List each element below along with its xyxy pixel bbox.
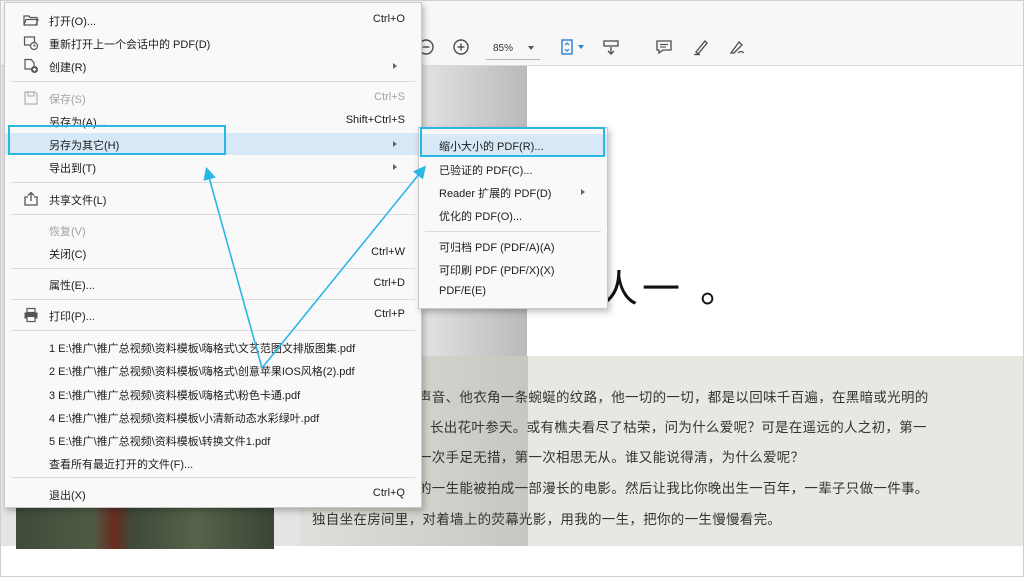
menu-separator bbox=[11, 182, 415, 183]
submenu-arrow-icon bbox=[393, 164, 397, 170]
printer-icon bbox=[23, 307, 39, 323]
menu-separator bbox=[425, 231, 601, 232]
recent-file-item[interactable]: 3 E:\推广\推广总视频\资料模板\嗨格式\粉色卡通.pdf bbox=[5, 383, 421, 405]
page-fit-dropdown[interactable] bbox=[574, 34, 588, 60]
menu-item-label: 导出到(T) bbox=[49, 163, 97, 175]
menu-item-label: 4 E:\推广\推广总视频\资料模板\小清新动态水彩绿叶.pdf bbox=[49, 413, 320, 425]
comment-button[interactable] bbox=[651, 34, 677, 60]
sign-icon bbox=[729, 41, 745, 54]
menu-item-shortcut: Ctrl+D bbox=[373, 277, 405, 289]
menu-item-label: 5 E:\推广\推广总视频\资料模板\转换文件1.pdf bbox=[49, 436, 271, 448]
menu-item-label: 关闭(C) bbox=[49, 249, 87, 261]
menu-item-view-all-recent[interactable]: 查看所有最近打开的文件(F)... bbox=[5, 452, 421, 474]
menu-separator bbox=[11, 330, 415, 331]
menu-item-shortcut: Shift+Ctrl+S bbox=[345, 114, 405, 126]
menu-item-save: 保存(S) Ctrl+S bbox=[5, 87, 421, 109]
menu-item-label: 打印(P)... bbox=[49, 311, 95, 323]
page-heading-fragment: 人一 。 bbox=[600, 267, 743, 311]
create-pdf-icon bbox=[23, 58, 39, 74]
recent-file-item[interactable]: 1 E:\推广\推广总视频\资料模板\嗨格式\文艺范图文排版图集.pdf bbox=[5, 336, 421, 358]
highlight-button[interactable] bbox=[688, 34, 714, 60]
paragraph-line: 长出花叶参天。或有樵夫看尽了枯荣，问为什么爱呢？可是在遥远的人之初，第一 bbox=[430, 420, 927, 436]
menu-item-properties[interactable]: 属性(E)... Ctrl+D bbox=[5, 273, 421, 295]
menu-item-revert: 恢复(V) bbox=[5, 219, 421, 241]
menu-item-label: 可印刷 PDF (PDF/X)(X) bbox=[439, 265, 555, 277]
menu-separator bbox=[11, 214, 415, 215]
menu-separator bbox=[11, 268, 415, 269]
folder-open-icon bbox=[23, 12, 39, 28]
page-photo bbox=[16, 505, 274, 549]
menu-item-label: 退出(X) bbox=[49, 490, 86, 502]
menu-item-exit[interactable]: 退出(X) Ctrl+Q bbox=[5, 483, 421, 505]
menu-item-label: 创建(R) bbox=[49, 62, 87, 74]
zoom-level-select[interactable]: 85% bbox=[486, 38, 540, 60]
submenu-item-optimized-pdf[interactable]: 优化的 PDF(O)... bbox=[419, 204, 607, 226]
zoom-in-button[interactable] bbox=[448, 34, 474, 60]
paragraph-line: 独自坐在房间里，对着墙上的荧幕光影，用我的一生，把你的一生慢慢看完。 bbox=[312, 512, 782, 528]
menu-item-shortcut: Ctrl+P bbox=[374, 308, 405, 320]
comment-icon bbox=[656, 40, 672, 55]
menu-item-label: 属性(E)... bbox=[49, 280, 95, 292]
callout-box-save-as-other bbox=[8, 125, 226, 155]
share-icon bbox=[23, 191, 39, 207]
menu-item-label: 1 E:\推广\推广总视频\资料模板\嗨格式\文艺范图文排版图集.pdf bbox=[49, 343, 356, 355]
submenu-arrow-icon bbox=[393, 63, 397, 69]
menu-item-label: 恢复(V) bbox=[49, 226, 86, 238]
recent-file-item[interactable]: 5 E:\推广\推广总视频\资料模板\转换文件1.pdf bbox=[5, 429, 421, 451]
submenu-arrow-icon bbox=[393, 141, 397, 147]
page-bottom-area bbox=[0, 546, 1024, 577]
zoom-level-value: 85% bbox=[493, 43, 514, 54]
submenu-item-archivable-pdf[interactable]: 可归档 PDF (PDF/A)(A) bbox=[419, 235, 607, 257]
menu-item-label: 保存(S) bbox=[49, 94, 86, 106]
menu-item-export-to[interactable]: 导出到(T) bbox=[5, 156, 421, 178]
menu-item-label: 已验证的 PDF(C)... bbox=[439, 165, 533, 177]
menu-item-label: 可归档 PDF (PDF/A)(A) bbox=[439, 242, 555, 254]
submenu-item-printable-pdf[interactable]: 可印刷 PDF (PDF/X)(X) bbox=[419, 258, 607, 280]
zoom-in-icon bbox=[453, 39, 469, 55]
submenu-item-certified-pdf[interactable]: 已验证的 PDF(C)... bbox=[419, 158, 607, 180]
menu-item-label: 查看所有最近打开的文件(F)... bbox=[49, 459, 194, 471]
menu-item-label: 打开(O)... bbox=[49, 16, 97, 28]
menu-item-shortcut: Ctrl+O bbox=[372, 13, 405, 25]
menu-separator bbox=[11, 477, 415, 478]
scroll-mode-icon bbox=[603, 40, 619, 55]
menu-item-label: 重新打开上一个会话中的 PDF(D) bbox=[49, 39, 211, 51]
menu-item-create[interactable]: 创建(R) bbox=[5, 55, 421, 77]
highlight-pen-icon bbox=[694, 40, 708, 56]
sign-button[interactable] bbox=[724, 34, 750, 60]
reopen-session-icon bbox=[23, 35, 39, 51]
paragraph-line: 声音、他衣角一条蜿蜒的纹路，他一切的一切，都是以回味千百遍，在黑暗或光明的 bbox=[418, 390, 929, 406]
recent-file-item[interactable]: 2 E:\推广\推广总视频\资料模板\嗨格式\创意苹果IOS风格(2).pdf bbox=[5, 359, 421, 381]
menu-separator bbox=[11, 81, 415, 82]
scroll-mode-button[interactable] bbox=[598, 34, 624, 60]
submenu-arrow-icon bbox=[581, 189, 585, 195]
chevron-down-icon bbox=[578, 45, 584, 49]
menu-item-shortcut: Ctrl+Q bbox=[372, 487, 405, 499]
menu-item-share-file[interactable]: 共享文件(L) bbox=[5, 188, 421, 210]
menu-item-shortcut: Ctrl+S bbox=[374, 91, 405, 103]
menu-item-shortcut: Ctrl+W bbox=[371, 246, 405, 258]
paragraph-line: 的一生能被拍成一部漫长的电影。然后让我比你晚出生一百年，一辈子只做一件事。 bbox=[418, 481, 929, 497]
menu-item-open[interactable]: 打开(O)... Ctrl+O bbox=[5, 9, 421, 31]
menu-item-label: 2 E:\推广\推广总视频\资料模板\嗨格式\创意苹果IOS风格(2).pdf bbox=[49, 366, 355, 378]
menu-item-reopen-session[interactable]: 重新打开上一个会话中的 PDF(D) bbox=[5, 32, 421, 54]
menu-separator bbox=[11, 299, 415, 300]
submenu-item-reader-extended-pdf[interactable]: Reader 扩展的 PDF(D) bbox=[419, 181, 607, 203]
callout-box-reduced-size-pdf bbox=[420, 127, 605, 157]
menu-item-print[interactable]: 打印(P)... Ctrl+P bbox=[5, 304, 421, 326]
chevron-down-icon bbox=[528, 46, 534, 50]
menu-item-label: 优化的 PDF(O)... bbox=[439, 211, 523, 223]
menu-item-label: 共享文件(L) bbox=[49, 195, 107, 207]
menu-item-label: PDF/E(E) bbox=[439, 285, 487, 297]
menu-item-close[interactable]: 关闭(C) Ctrl+W bbox=[5, 242, 421, 264]
submenu-item-pdf-e[interactable]: PDF/E(E) bbox=[419, 281, 607, 303]
recent-file-item[interactable]: 4 E:\推广\推广总视频\资料模板\小清新动态水彩绿叶.pdf bbox=[5, 406, 421, 428]
save-icon bbox=[23, 90, 39, 106]
paragraph-line: 一次手足无措，第一次相思无从。谁又能说得清，为什么爱呢？ bbox=[418, 450, 805, 466]
menu-item-label: Reader 扩展的 PDF(D) bbox=[439, 188, 552, 200]
menu-item-label: 3 E:\推广\推广总视频\资料模板\嗨格式\粉色卡通.pdf bbox=[49, 390, 301, 402]
file-menu: 打开(O)... Ctrl+O 重新打开上一个会话中的 PDF(D) 创建(R)… bbox=[4, 2, 422, 508]
